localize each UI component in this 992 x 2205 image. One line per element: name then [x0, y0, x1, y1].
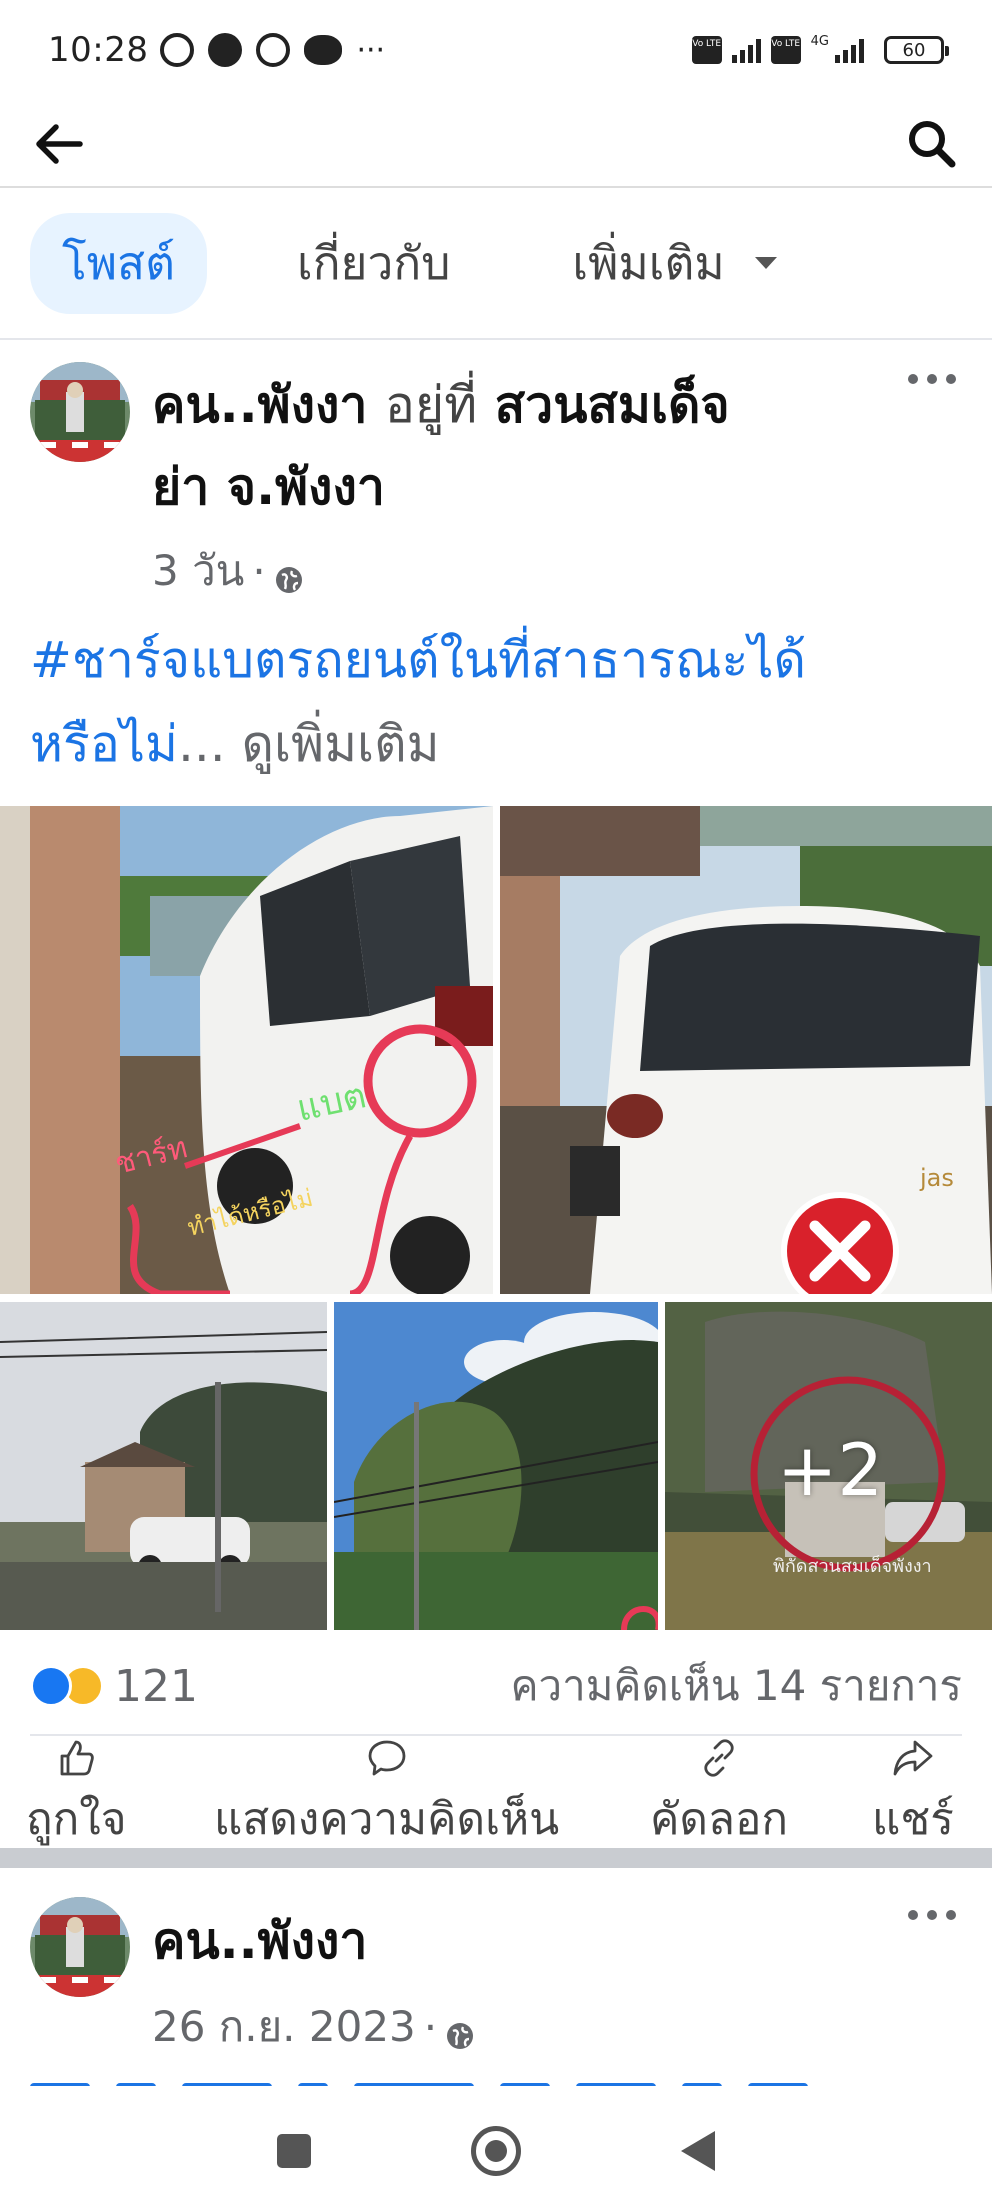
alarm-icon [160, 33, 195, 67]
post-location-cont[interactable]: ย่า จ.พังงา [152, 446, 385, 528]
post-meta: 26 ก.ย. 2023 · [152, 1994, 475, 2060]
svg-text:jas: jas [919, 1164, 954, 1192]
network-type: 4G [810, 34, 829, 49]
meta-separator: · [252, 546, 266, 596]
battery-level: 60 [902, 39, 926, 61]
divider [30, 1734, 962, 1736]
comment-button[interactable]: แสดงความคิดเห็น [214, 1738, 559, 1854]
reaction-count: 121 [114, 1660, 198, 1712]
tab-about[interactable]: เกี่ยวกับ [265, 213, 482, 314]
post-author[interactable]: คน..พังงา [152, 376, 367, 434]
post-date[interactable]: 26 ก.ย. 2023 [152, 1994, 416, 2060]
volte-icon: Vo LTE [770, 36, 801, 64]
comment-label: แสดงความคิดเห็น [214, 1794, 560, 1845]
recents-button[interactable] [277, 2133, 311, 2168]
alarm-icon [256, 33, 291, 67]
copy-link-button[interactable]: คัดลอก [650, 1738, 788, 1854]
copy-label: คัดลอก [650, 1794, 789, 1845]
status-bar: 10:28 ··· Vo LTE Vo LTE 4G 60 [0, 0, 992, 100]
share-icon [893, 1740, 933, 1776]
status-time: 10:28 [48, 30, 149, 70]
home-button[interactable] [471, 2125, 521, 2176]
post-text: #ชาร์จแบตรถยนต์ในที่สาธารณะได้ หรือไม่..… [30, 618, 970, 786]
extra-photos-count: +2 [777, 1428, 884, 1512]
post-separator [0, 1848, 992, 1868]
post-hashtag-cont[interactable]: หรือไม่ [30, 715, 178, 773]
top-app-bar [0, 100, 992, 188]
more-dots-icon[interactable] [908, 1910, 956, 1926]
post-meta: 3 วัน · [152, 538, 304, 604]
avatar[interactable] [30, 362, 130, 462]
post-photo[interactable]: jas [500, 806, 992, 1294]
reactions-summary[interactable]: 121 ความคิดเห็น 14 รายการ [30, 1656, 962, 1716]
avatar[interactable] [30, 1897, 130, 1997]
post-author[interactable]: คน..พังงา [152, 1900, 367, 1982]
tab-more-label: เพิ่มเติม [572, 235, 725, 290]
post-photo[interactable] [0, 1302, 327, 1630]
share-button[interactable]: แชร์ [872, 1738, 954, 1854]
volte-icon: Vo LTE [691, 36, 722, 64]
like-reaction-icon [30, 1665, 72, 1707]
globe-icon [445, 2012, 475, 2049]
search-icon[interactable] [902, 114, 962, 174]
battery-icon: 60 [884, 36, 949, 64]
comment-icon [368, 1740, 406, 1776]
notification-icons: ··· [160, 33, 385, 68]
tab-more[interactable]: เพิ่มเติม [540, 213, 808, 314]
like-label: ถูกใจ [26, 1794, 127, 1845]
post-text-peek [30, 2076, 960, 2086]
signal-icon [731, 37, 761, 63]
system-indicators: Vo LTE Vo LTE 4G 60 [691, 34, 949, 64]
see-more-link[interactable]: ดูเพิ่มเติม [242, 715, 440, 773]
profile-tabs: โพสต์ เกี่ยวกับ เพิ่มเติม [0, 188, 992, 340]
more-dots-icon[interactable] [908, 374, 956, 390]
post-hashtag[interactable]: #ชาร์จแบตรถยนต์ในที่สาธารณะได้ [30, 618, 970, 702]
post-photo[interactable]: ชาร์ท แบต ทำได้หรือไม่ [0, 806, 493, 1294]
post-author-line: คน..พังงา อยู่ที่ สวนสมเด็จ [152, 364, 912, 446]
like-icon [60, 1740, 95, 1776]
back-arrow-icon[interactable] [30, 114, 90, 174]
line-icon [304, 35, 343, 65]
messenger-icon [208, 33, 243, 67]
more-notifications-icon: ··· [356, 32, 386, 68]
link-icon [704, 1739, 734, 1777]
back-button[interactable] [681, 2130, 715, 2171]
share-label: แชร์ [872, 1794, 954, 1845]
like-button[interactable]: ถูกใจ [26, 1738, 127, 1854]
post-photo-more[interactable]: พิกัดสวนสมเด็จพังงา +2 [665, 1302, 992, 1630]
photo-watermark: พิกัดสวนสมเด็จพังงา [773, 1554, 932, 1577]
post-actions: ถูกใจ แสดงความคิดเห็น คัดลอก แชร์ [0, 1738, 992, 1846]
at-label: อยู่ที่ [384, 376, 478, 434]
post-time[interactable]: 3 วัน [152, 538, 244, 604]
reaction-icons [30, 1665, 104, 1707]
chevron-down-icon [754, 257, 777, 269]
post-ellipsis: ... [177, 715, 226, 773]
meta-separator: · [423, 2002, 438, 2052]
post-photo[interactable] [334, 1302, 658, 1630]
post-location[interactable]: สวนสมเด็จ [495, 376, 730, 434]
system-navigation-bar [0, 2096, 992, 2205]
comments-count[interactable]: ความคิดเห็น 14 รายการ [510, 1653, 962, 1719]
signal-icon [835, 37, 864, 63]
globe-icon [274, 556, 304, 593]
tab-posts[interactable]: โพสต์ [30, 212, 207, 314]
